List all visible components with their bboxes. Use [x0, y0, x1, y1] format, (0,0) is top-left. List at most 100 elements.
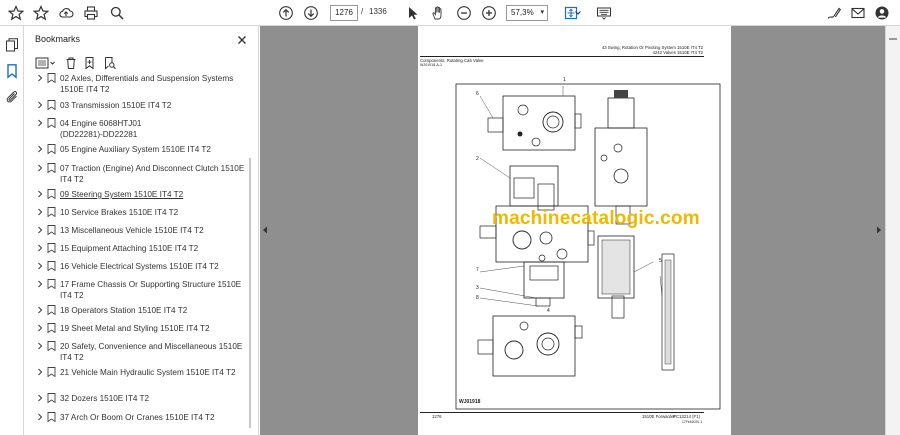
- next-page-icon[interactable]: [302, 4, 320, 22]
- close-icon[interactable]: [236, 33, 248, 45]
- fit-page-chevron-icon[interactable]: [574, 4, 582, 22]
- list-item[interactable]: 04 Engine 6068HTJ01 (DD22281)-DD22281: [38, 118, 245, 140]
- valve-drawing: [455, 83, 721, 410]
- zoom-in-icon[interactable]: [480, 4, 498, 22]
- chevron-right-icon[interactable]: [36, 226, 44, 234]
- bookmarks-toolbar: [31, 56, 231, 72]
- attachment-icon[interactable]: [4, 89, 20, 105]
- bookmark-icon: [47, 305, 56, 315]
- mail-icon[interactable]: [849, 4, 867, 22]
- list-item[interactable]: 20 Safety, Convenience and Miscellaneous…: [38, 341, 245, 363]
- options-menu-icon[interactable]: [35, 56, 57, 70]
- bookmark-label: 04 Engine 6068HTJ01 (DD22281)-DD22281: [60, 119, 142, 139]
- document-viewer: 43 Swing, Rotation Or Pivoting System 15…: [260, 26, 885, 435]
- bookmark-icon: [47, 189, 56, 199]
- star-icon[interactable]: [7, 4, 25, 22]
- chevron-right-icon[interactable]: [36, 342, 44, 350]
- bookmark-label: 02 Axles, Differentials and Suspension S…: [60, 74, 234, 94]
- bookmark-icon: [47, 225, 56, 235]
- bookmark-label: 17 Frame Chassis Or Supporting Structure…: [60, 280, 242, 300]
- bookmark-label: 15 Equipment Attaching 1510E IT4 T2: [60, 244, 199, 253]
- new-bookmark-icon[interactable]: [83, 56, 97, 70]
- list-item[interactable]: 10 Service Brakes 1510E IT4 T2: [38, 207, 245, 218]
- find-bookmark-icon[interactable]: [103, 56, 117, 70]
- bookmark-icon: [47, 243, 56, 253]
- list-item[interactable]: 18 Operators Station 1510E IT4 T2: [38, 305, 245, 316]
- list-item[interactable]: 16 Vehicle Electrical Systems 1510E IT4 …: [38, 261, 245, 272]
- delete-icon[interactable]: [64, 56, 78, 70]
- list-item[interactable]: 19 Sheet Metal and Styling 1510E IT4 T2: [38, 323, 245, 334]
- list-item[interactable]: 05 Engine Auxiliary System 1510E IT4 T2: [38, 144, 245, 155]
- list-item[interactable]: 07 Traction (Engine) And Disconnect Clut…: [38, 163, 245, 185]
- collapse-right-icon[interactable]: [876, 226, 882, 234]
- list-item[interactable]: 17 Frame Chassis Or Supporting Structure…: [38, 279, 245, 301]
- list-item[interactable]: 15 Equipment Attaching 1510E IT4 T2: [38, 243, 245, 254]
- bookmark-label: 32 Dozers 1510E IT4 T2: [60, 394, 150, 403]
- list-item-active[interactable]: 09 Steering System 1510E IT4 T2: [38, 189, 245, 200]
- list-item[interactable]: 21 Vehicle Main Hydraulic System 1510E I…: [38, 367, 245, 378]
- chevron-right-icon[interactable]: [36, 368, 44, 376]
- select-cursor-icon[interactable]: [404, 4, 422, 22]
- chevron-right-icon[interactable]: [36, 244, 44, 252]
- callout-7: 7: [476, 267, 479, 273]
- bookmark-icon: [47, 341, 56, 351]
- list-item[interactable]: 03 Transmission 1510E IT4 T2: [38, 100, 245, 111]
- panel-scrollbar[interactable]: [249, 158, 251, 428]
- page-number-input[interactable]: 1276: [330, 5, 358, 21]
- cloud-upload-icon[interactable]: [57, 4, 75, 22]
- bookmark-icon: [47, 393, 56, 403]
- zoom-level-value: 57,3%: [511, 8, 534, 17]
- star-outline-icon[interactable]: [32, 4, 50, 22]
- chevron-right-icon[interactable]: [36, 262, 44, 270]
- keyboard-icon[interactable]: [595, 4, 613, 22]
- bookmark-icon: [47, 118, 56, 128]
- chevron-right-icon[interactable]: [36, 306, 44, 314]
- page-thumbnails-icon[interactable]: [4, 37, 20, 53]
- collapse-left-icon[interactable]: [262, 226, 268, 234]
- vertical-scrollbar[interactable]: [885, 26, 900, 435]
- zoom-out-icon[interactable]: [455, 4, 473, 22]
- bookmark-label: 05 Engine Auxiliary System 1510E IT4 T2: [60, 145, 211, 154]
- chevron-right-icon[interactable]: [36, 119, 44, 127]
- figure-id: WJ01918: [459, 399, 481, 405]
- chevron-right-icon[interactable]: [36, 74, 44, 82]
- page-separator: /: [361, 7, 364, 16]
- account-icon[interactable]: [873, 4, 891, 22]
- hand-tool-icon[interactable]: [429, 4, 447, 22]
- bookmark-list: 02 Axles, Differentials and Suspension S…: [25, 72, 251, 435]
- bookmark-label: 18 Operators Station 1510E IT4 T2: [60, 306, 188, 315]
- footer-page-number: 1276: [432, 414, 442, 419]
- chevron-right-icon[interactable]: [36, 280, 44, 288]
- watermark: machinecatalogic.com: [492, 208, 700, 229]
- footer-model: 1510E Forwarder: [642, 414, 676, 419]
- scrollbar-thumb[interactable]: [889, 38, 897, 40]
- chevron-right-icon[interactable]: [36, 394, 44, 402]
- chevron-right-icon[interactable]: [36, 208, 44, 216]
- callout-5: 5: [659, 258, 662, 264]
- bookmark-icon: [47, 323, 56, 333]
- panel-title: Bookmarks: [35, 34, 81, 44]
- total-pages: 1336: [369, 7, 387, 16]
- chevron-right-icon[interactable]: [36, 413, 44, 421]
- chevron-right-icon[interactable]: [36, 101, 44, 109]
- bookmark-panel-icon[interactable]: [4, 63, 20, 79]
- search-icon[interactable]: [108, 4, 126, 22]
- zoom-level-dropdown[interactable]: 57,3% ▾: [506, 5, 548, 21]
- print-icon[interactable]: [82, 4, 100, 22]
- bookmark-label: 10 Service Brakes 1510E IT4 T2: [60, 208, 179, 217]
- bookmark-label: 13 Miscellaneous Vehicle 1510E IT4 T2: [60, 226, 204, 235]
- list-item[interactable]: 13 Miscellaneous Vehicle 1510E IT4 T2: [38, 225, 245, 236]
- chevron-right-icon[interactable]: [36, 145, 44, 153]
- list-item[interactable]: 37 Arch Or Boom Or Cranes 1510E IT4 T2: [38, 412, 245, 423]
- chevron-right-icon[interactable]: [36, 324, 44, 332]
- list-item[interactable]: 02 Axles, Differentials and Suspension S…: [38, 73, 245, 95]
- bookmarks-panel: Bookmarks 02 Axles, Differentials and Su…: [25, 26, 259, 435]
- list-item[interactable]: 32 Dozers 1510E IT4 T2: [38, 393, 245, 404]
- bookmark-icon: [47, 279, 56, 289]
- sign-pen-icon[interactable]: [825, 4, 843, 22]
- previous-page-icon[interactable]: [277, 4, 295, 22]
- chevron-right-icon[interactable]: [36, 190, 44, 198]
- bookmark-icon: [47, 261, 56, 271]
- chevron-right-icon[interactable]: [36, 164, 44, 172]
- callout-2: 2: [476, 156, 479, 162]
